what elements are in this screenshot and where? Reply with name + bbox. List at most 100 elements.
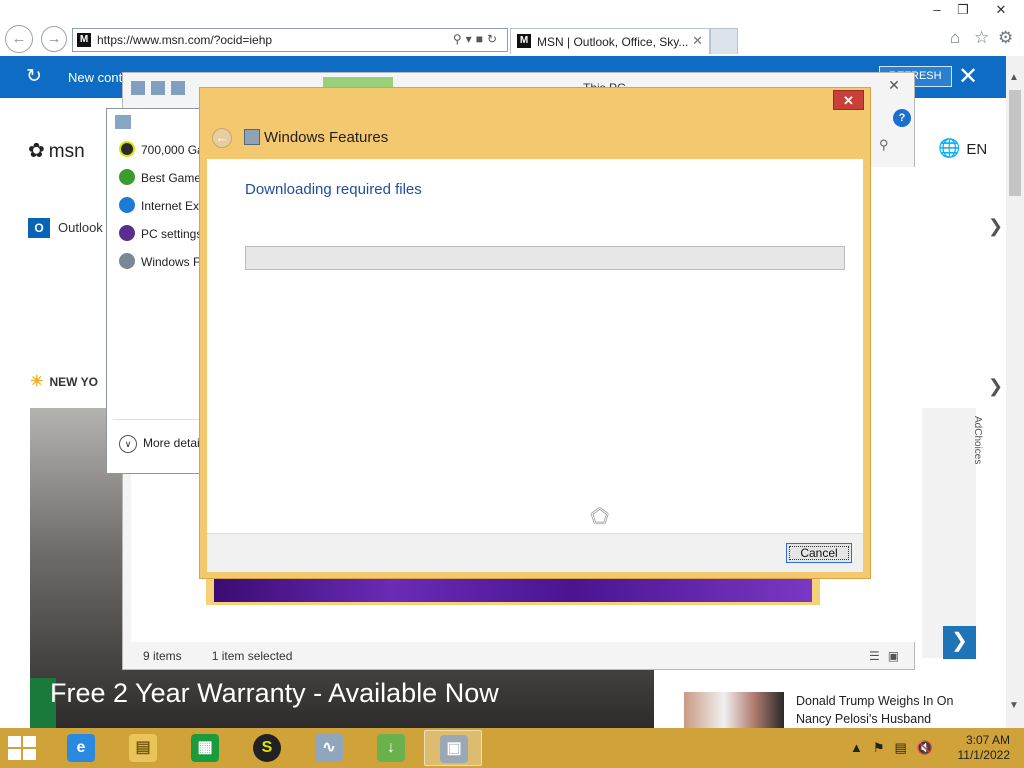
search-icon[interactable]: ⚲ bbox=[879, 137, 901, 159]
chevron-right-icon[interactable]: ❯ bbox=[988, 376, 1003, 397]
dialog-title: Windows Features bbox=[264, 129, 389, 146]
browser-chrome: ← → M https://www.msn.com/?ocid=iehp ⚲▾■… bbox=[0, 0, 1024, 56]
hero-headline[interactable]: Free 2 Year Warranty - Available Now bbox=[50, 678, 499, 709]
news-thumbnail bbox=[684, 692, 784, 728]
view-toggles[interactable]: ☰▣ bbox=[869, 649, 907, 663]
task-list-item[interactable]: Internet Explorer bbox=[119, 197, 203, 215]
taskbar-windows-features[interactable]: ▣ bbox=[424, 730, 482, 766]
store-icon: ▦ bbox=[191, 734, 219, 762]
dialog-close-button[interactable]: ✕ bbox=[833, 90, 864, 110]
taskbar-best-game[interactable]: ↓ bbox=[362, 730, 420, 766]
tab-title: MSN | Outlook, Office, Sky... bbox=[537, 35, 689, 49]
task-manager-icon bbox=[115, 115, 131, 129]
scroll-up-icon[interactable]: ▲ bbox=[1009, 72, 1019, 83]
taskbar-file-explorer[interactable]: ▤ bbox=[114, 730, 172, 766]
task-list-item[interactable]: Best Game bbox=[119, 169, 203, 187]
refresh-icon[interactable]: ↻ bbox=[487, 32, 501, 46]
msn-logo-text: msn bbox=[48, 141, 85, 162]
chevron-right-icon: ❯ bbox=[951, 630, 968, 652]
large-icons-view-icon[interactable]: ▣ bbox=[888, 649, 907, 663]
windows-logo-pane bbox=[8, 749, 21, 760]
task-manager-icon: ∿ bbox=[315, 734, 343, 762]
tab-msn[interactable]: M MSN | Outlook, Office, Sky... ✕ bbox=[510, 28, 710, 54]
help-icon[interactable]: ? bbox=[893, 109, 911, 127]
search-icon[interactable]: ⚲ bbox=[453, 32, 466, 46]
task-list-item-label: Windows Features bbox=[141, 255, 203, 269]
system-clock[interactable]: 3:07 AM 11/1/2022 bbox=[950, 733, 1011, 763]
tab-close-icon[interactable]: ✕ bbox=[692, 33, 703, 49]
task-list-item[interactable]: 700,000 Games bbox=[119, 141, 203, 159]
new-folder-icon[interactable] bbox=[171, 81, 185, 95]
scroll-down-icon[interactable]: ▼ bbox=[1009, 700, 1019, 711]
address-tools[interactable]: ⚲▾■↻ bbox=[453, 32, 501, 46]
network-icon[interactable]: ▤ bbox=[895, 740, 917, 755]
address-bar[interactable]: M https://www.msn.com/?ocid=iehp ⚲▾■↻ bbox=[72, 28, 508, 52]
minimize-button[interactable]: – bbox=[924, 2, 950, 17]
weather-location: NEW YO bbox=[49, 375, 98, 389]
windows-logo-pane bbox=[23, 749, 36, 760]
ad-next-button[interactable]: ❯ bbox=[943, 626, 976, 659]
msn-tab-favicon-icon: M bbox=[517, 34, 531, 48]
computer-icon[interactable] bbox=[131, 81, 145, 95]
thumbnail-image bbox=[214, 578, 812, 602]
cancel-button[interactable]: Cancel bbox=[786, 543, 852, 563]
back-arrow-icon[interactable]: ← bbox=[212, 128, 232, 148]
clock-time: 3:07 AM bbox=[965, 733, 1010, 747]
divider bbox=[113, 419, 203, 420]
restore-button[interactable]: ❐ bbox=[950, 2, 976, 18]
task-list-item-label: Best Game bbox=[141, 171, 202, 185]
action-center-flag-icon[interactable]: ⚑ bbox=[873, 740, 895, 755]
system-tray: ▲⚑▤🔇 bbox=[850, 740, 943, 756]
app-icon bbox=[119, 141, 135, 157]
adchoices-label[interactable]: AdChoices bbox=[972, 416, 983, 464]
news-card-title[interactable]: Donald Trump Weighs In On Nancy Pelosi's… bbox=[796, 692, 976, 728]
msn-logo[interactable]: ✿ msn bbox=[28, 138, 85, 163]
weather-widget[interactable]: ☀ NEW YO bbox=[30, 372, 98, 390]
dropdown-icon[interactable]: ▾ bbox=[466, 32, 476, 46]
favorites-star-icon[interactable]: ☆ bbox=[974, 28, 989, 48]
taskbar-internet-explorer[interactable]: e bbox=[52, 730, 110, 766]
close-window-button[interactable]: ✕ bbox=[988, 2, 1014, 18]
start-button[interactable] bbox=[8, 736, 40, 762]
explorer-close-button[interactable]: ✕ bbox=[875, 75, 913, 97]
language-label: EN bbox=[966, 141, 988, 158]
selected-image-thumbnail[interactable] bbox=[206, 575, 820, 605]
news-card[interactable]: Donald Trump Weighs In On Nancy Pelosi's… bbox=[670, 680, 978, 728]
details-view-icon[interactable]: ☰ bbox=[869, 649, 888, 663]
folder-icon: ▤ bbox=[129, 734, 157, 762]
status-item-count: 9 items bbox=[143, 649, 182, 663]
more-details-button[interactable]: ∨ More details bbox=[119, 435, 208, 453]
windows-features-dialog: ✕ ← Windows Features Downloading require… bbox=[199, 87, 871, 579]
chevron-right-icon[interactable]: ❯ bbox=[988, 216, 1003, 237]
outlook-link[interactable]: O Outlook bbox=[28, 218, 103, 238]
forward-button[interactable]: → bbox=[41, 26, 67, 52]
task-list-item[interactable]: PC settings bbox=[119, 225, 203, 243]
task-list-item[interactable]: Windows Features bbox=[119, 253, 203, 271]
show-hidden-icons-icon[interactable]: ▲ bbox=[850, 740, 873, 755]
taskbar-700000-games[interactable]: S bbox=[238, 730, 296, 766]
new-tab-button[interactable] bbox=[710, 28, 738, 54]
arrow-left-icon: ← bbox=[11, 30, 27, 47]
close-notification-icon[interactable]: ✕ bbox=[958, 62, 978, 91]
volume-muted-icon[interactable]: 🔇 bbox=[917, 740, 943, 755]
globe-icon: 🌐 bbox=[938, 138, 961, 158]
ribbon-tab-highlight bbox=[323, 77, 393, 87]
outlook-icon: O bbox=[28, 218, 50, 238]
task-list-item-label: Internet Explorer bbox=[141, 199, 203, 213]
home-icon[interactable]: ⌂ bbox=[950, 28, 960, 48]
lock-icon: ■ bbox=[475, 32, 487, 46]
taskbar-task-manager[interactable]: ∿ bbox=[300, 730, 358, 766]
language-selector[interactable]: 🌐 EN bbox=[938, 138, 987, 159]
scrollbar-thumb[interactable] bbox=[1009, 90, 1021, 196]
address-url[interactable]: https://www.msn.com/?ocid=iehp bbox=[97, 33, 272, 47]
taskbar-store[interactable]: ▦ bbox=[176, 730, 234, 766]
status-selection: 1 item selected bbox=[211, 649, 293, 663]
taskbar: e ▤ ▦ S ∿ ↓ ▣ ▲⚑▤🔇 3:07 AM 11/1/2022 bbox=[0, 728, 1024, 768]
mouse-cursor-icon: ⬠ bbox=[591, 506, 609, 528]
app-icon bbox=[119, 225, 135, 241]
gear-icon[interactable]: ⚙ bbox=[998, 28, 1013, 48]
app-icon bbox=[119, 197, 135, 213]
properties-icon[interactable] bbox=[151, 81, 165, 95]
back-button[interactable]: ← bbox=[5, 25, 33, 53]
page-scrollbar[interactable]: ▲ ▼ bbox=[1006, 56, 1024, 728]
